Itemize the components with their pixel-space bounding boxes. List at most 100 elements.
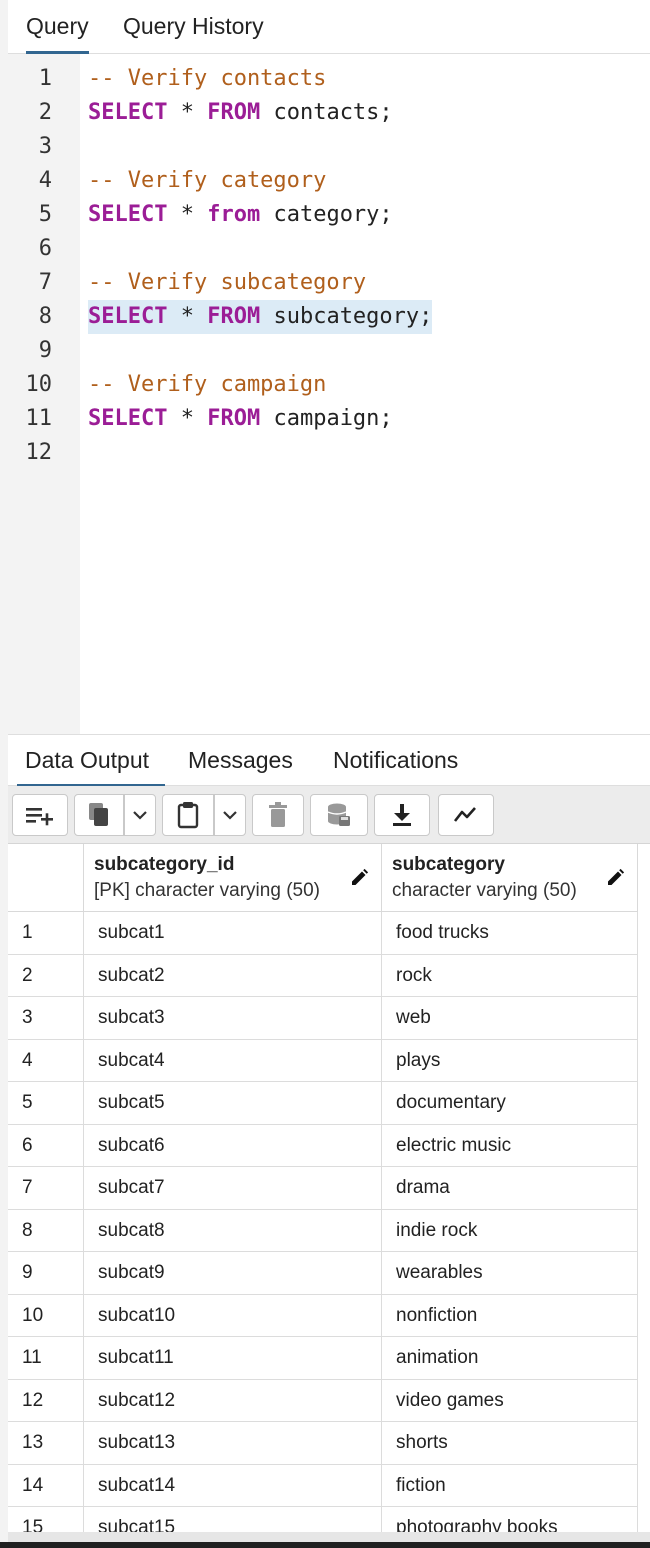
subcategory-id-cell[interactable]: subcat13 bbox=[84, 1422, 382, 1465]
code-line[interactable]: 10 -- Verify campaign bbox=[8, 368, 650, 402]
subcategory-cell[interactable]: food trucks bbox=[382, 912, 638, 955]
table-row[interactable]: 2 subcat2 rock bbox=[8, 954, 650, 997]
graph-visualiser-button[interactable] bbox=[438, 794, 494, 836]
table-row[interactable]: 4 subcat4 plays bbox=[8, 1039, 650, 1082]
subcategory-id-cell[interactable]: subcat5 bbox=[84, 1082, 382, 1125]
code-line[interactable]: 5 SELECT * from category; bbox=[8, 198, 650, 232]
subcategory-id-cell[interactable]: subcat4 bbox=[84, 1039, 382, 1082]
subcategory-cell[interactable]: rock bbox=[382, 954, 638, 997]
subcategory-cell[interactable]: shorts bbox=[382, 1422, 638, 1465]
sql-editor[interactable]: 1 -- Verify contacts 2 SELECT * FROM contac… bbox=[8, 54, 650, 734]
code-line[interactable]: 9 bbox=[8, 334, 650, 368]
table-row[interactable]: 6 subcat6 electric music bbox=[8, 1124, 650, 1167]
delete-button[interactable] bbox=[252, 794, 304, 836]
copy-button[interactable] bbox=[74, 794, 124, 836]
subcategory-cell[interactable]: indie rock bbox=[382, 1209, 638, 1252]
subcategory-id-cell[interactable]: subcat9 bbox=[84, 1252, 382, 1295]
code-text: -- Verify campaign bbox=[88, 368, 326, 402]
data-output-toolbar bbox=[8, 786, 650, 844]
table-row[interactable]: 12 subcat12 video games bbox=[8, 1379, 650, 1422]
subcategory-id-cell[interactable]: subcat3 bbox=[84, 997, 382, 1040]
horizontal-scrollbar[interactable] bbox=[8, 1532, 650, 1542]
row-number-cell[interactable]: 15 bbox=[8, 1507, 84, 1534]
subcategory-id-cell[interactable]: subcat8 bbox=[84, 1209, 382, 1252]
subcategory-cell[interactable]: drama bbox=[382, 1167, 638, 1210]
row-number-cell[interactable]: 9 bbox=[8, 1252, 84, 1295]
code-line[interactable]: 6 bbox=[8, 232, 650, 266]
subcategory-id-cell[interactable]: subcat14 bbox=[84, 1464, 382, 1507]
save-data-icon bbox=[326, 802, 352, 828]
copy-options-button[interactable] bbox=[124, 794, 156, 836]
row-number-cell[interactable]: 7 bbox=[8, 1167, 84, 1210]
row-number-cell[interactable]: 6 bbox=[8, 1124, 84, 1167]
table-row[interactable]: 1 subcat1 food trucks bbox=[8, 912, 650, 955]
subcategory-cell[interactable]: animation bbox=[382, 1337, 638, 1380]
edit-icon[interactable] bbox=[605, 868, 625, 893]
subcategory-cell[interactable]: photography books bbox=[382, 1507, 638, 1534]
table-row[interactable]: 8 subcat8 indie rock bbox=[8, 1209, 650, 1252]
subcategory-id-cell[interactable]: subcat6 bbox=[84, 1124, 382, 1167]
sql-keyword: SELECT bbox=[88, 100, 168, 125]
paste-options-button[interactable] bbox=[214, 794, 246, 836]
sql-comment: -- Verify campaign bbox=[88, 372, 327, 397]
tab-messages[interactable]: Messages bbox=[188, 735, 293, 787]
tab-notifications[interactable]: Notifications bbox=[333, 735, 458, 787]
row-number-cell[interactable]: 10 bbox=[8, 1294, 84, 1337]
subcategory-id-cell[interactable]: subcat1 bbox=[84, 912, 382, 955]
subcategory-id-cell[interactable]: subcat10 bbox=[84, 1294, 382, 1337]
paste-button[interactable] bbox=[162, 794, 214, 836]
subcategory-id-cell[interactable]: subcat7 bbox=[84, 1167, 382, 1210]
table-row[interactable]: 15 subcat15 photography books bbox=[8, 1507, 650, 1534]
subcategory-cell[interactable]: documentary bbox=[382, 1082, 638, 1125]
download-button[interactable] bbox=[374, 794, 430, 836]
code-line[interactable]: 1 -- Verify contacts bbox=[8, 62, 650, 96]
row-number-cell[interactable]: 13 bbox=[8, 1422, 84, 1465]
save-data-button[interactable] bbox=[310, 794, 368, 836]
row-number-cell[interactable]: 11 bbox=[8, 1337, 84, 1380]
line-number: 9 bbox=[38, 338, 52, 363]
edit-icon[interactable] bbox=[349, 868, 369, 893]
subcategory-cell[interactable]: web bbox=[382, 997, 638, 1040]
code-line[interactable]: 12 bbox=[8, 436, 650, 470]
subcategory-cell[interactable]: electric music bbox=[382, 1124, 638, 1167]
subcategory-cell[interactable]: wearables bbox=[382, 1252, 638, 1295]
subcategory-cell[interactable]: video games bbox=[382, 1379, 638, 1422]
column-header-subcategory-id[interactable]: subcategory_id [PK] character varying (5… bbox=[84, 844, 382, 912]
row-number-cell[interactable]: 8 bbox=[8, 1209, 84, 1252]
row-number-cell[interactable]: 14 bbox=[8, 1464, 84, 1507]
subcategory-id-cell[interactable]: subcat15 bbox=[84, 1507, 382, 1534]
subcategory-id-cell[interactable]: subcat12 bbox=[84, 1379, 382, 1422]
tab-data-output[interactable]: Data Output bbox=[16, 735, 166, 787]
code-line[interactable]: 4 -- Verify category bbox=[8, 164, 650, 198]
code-line[interactable]: 8 SELECT * FROM subcategory; bbox=[8, 300, 650, 334]
row-number-header[interactable] bbox=[8, 844, 84, 912]
table-row[interactable]: 9 subcat9 wearables bbox=[8, 1252, 650, 1295]
subcategory-id-cell[interactable]: subcat2 bbox=[84, 954, 382, 997]
row-number-cell[interactable]: 5 bbox=[8, 1082, 84, 1125]
tab-query-history[interactable]: Query History bbox=[123, 0, 264, 54]
row-number-cell[interactable]: 3 bbox=[8, 997, 84, 1040]
table-row[interactable]: 14 subcat14 fiction bbox=[8, 1464, 650, 1507]
table-row[interactable]: 13 subcat13 shorts bbox=[8, 1422, 650, 1465]
table-row[interactable]: 7 subcat7 drama bbox=[8, 1167, 650, 1210]
column-header-subcategory[interactable]: subcategory character varying (50) bbox=[382, 844, 638, 912]
table-row[interactable]: 10 subcat10 nonfiction bbox=[8, 1294, 650, 1337]
table-row[interactable]: 5 subcat5 documentary bbox=[8, 1082, 650, 1125]
table-row[interactable]: 11 subcat11 animation bbox=[8, 1337, 650, 1380]
subcategory-cell[interactable]: fiction bbox=[382, 1464, 638, 1507]
tab-query[interactable]: Query bbox=[26, 0, 89, 54]
line-number: 3 bbox=[38, 134, 52, 159]
row-number-cell[interactable]: 2 bbox=[8, 954, 84, 997]
code-line[interactable]: 7 -- Verify subcategory bbox=[8, 266, 650, 300]
subcategory-cell[interactable]: plays bbox=[382, 1039, 638, 1082]
row-number-cell[interactable]: 12 bbox=[8, 1379, 84, 1422]
code-line[interactable]: 2 SELECT * FROM contacts; bbox=[8, 96, 650, 130]
code-line[interactable]: 11 SELECT * FROM campaign; bbox=[8, 402, 650, 436]
code-line[interactable]: 3 bbox=[8, 130, 650, 164]
subcategory-cell[interactable]: nonfiction bbox=[382, 1294, 638, 1337]
add-row-button[interactable] bbox=[12, 794, 68, 836]
subcategory-id-cell[interactable]: subcat11 bbox=[84, 1337, 382, 1380]
table-row[interactable]: 3 subcat3 web bbox=[8, 997, 650, 1040]
row-number-cell[interactable]: 1 bbox=[8, 912, 84, 955]
row-number-cell[interactable]: 4 bbox=[8, 1039, 84, 1082]
